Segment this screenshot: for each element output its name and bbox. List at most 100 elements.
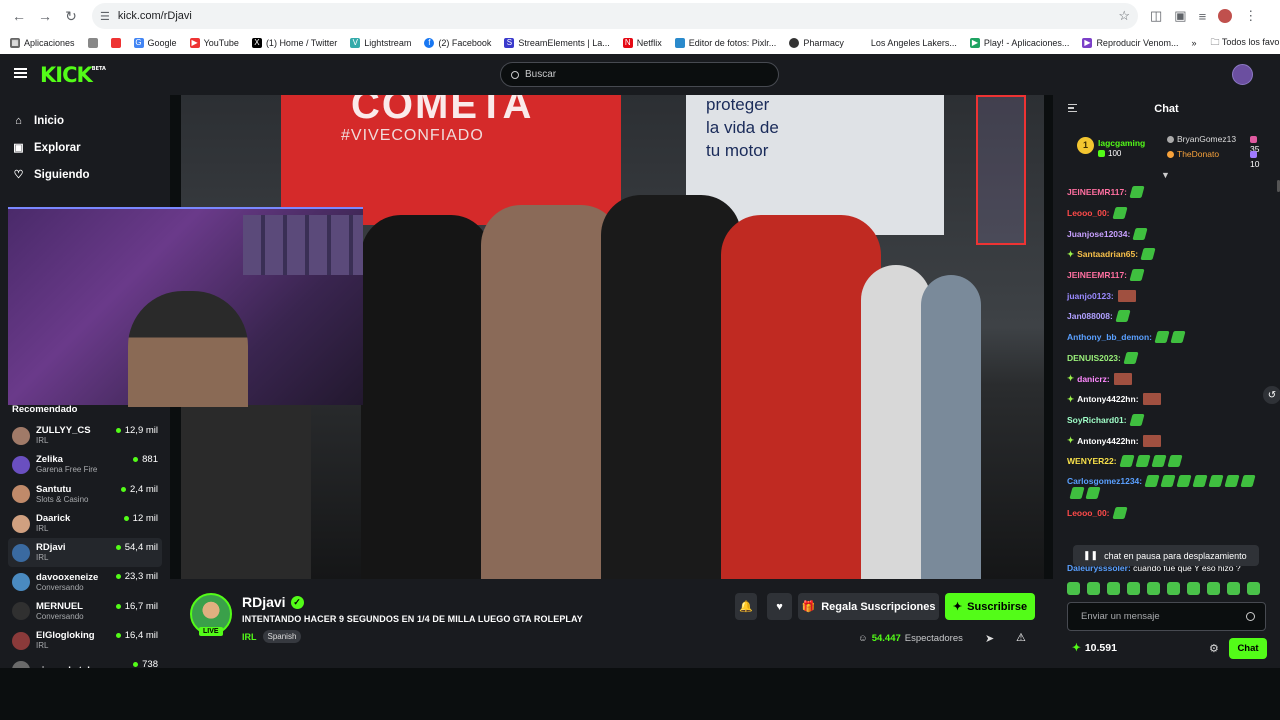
share-icon[interactable]: ➤ xyxy=(985,632,994,645)
emote-icon[interactable] xyxy=(1113,372,1132,385)
chat-username[interactable]: Leooo_00: xyxy=(1067,208,1110,218)
chat-username[interactable]: danicrz: xyxy=(1077,374,1110,384)
emote-icon[interactable] xyxy=(1140,248,1156,261)
emote-icon[interactable] xyxy=(1167,582,1180,595)
profile-avatar[interactable] xyxy=(1218,9,1233,23)
emote-icon[interactable] xyxy=(1129,269,1145,282)
subscribe-button[interactable]: ✦ Suscribirse xyxy=(945,593,1035,620)
bookmark-play[interactable]: ▶ Play! - Aplicaciones... xyxy=(969,38,1069,48)
bookmark-aplicaciones[interactable]: ▦ Aplicaciones xyxy=(10,38,75,48)
chat-input[interactable]: Enviar un mensaje xyxy=(1067,602,1266,631)
emote-icon[interactable] xyxy=(1142,434,1161,447)
emote-icon[interactable] xyxy=(1134,455,1151,468)
recommended-channel[interactable]: pipewakatela 738 xyxy=(8,655,162,668)
emote-icon[interactable] xyxy=(1132,227,1148,240)
emote-icon[interactable] xyxy=(1069,487,1085,500)
emote-icon[interactable] xyxy=(1227,582,1240,595)
emote-icon[interactable] xyxy=(1144,475,1160,488)
emote-icon[interactable] xyxy=(1123,351,1139,364)
chat-username[interactable]: Juanjose12034: xyxy=(1067,229,1130,239)
bookmark-venom[interactable]: ▶ Reproducir Venom... xyxy=(1082,38,1178,48)
emote-icon[interactable] xyxy=(1247,582,1260,595)
forward-icon[interactable]: → xyxy=(34,5,56,27)
recommended-channel[interactable]: ZULLYY_CS IRL 12,9 mil xyxy=(8,421,162,450)
emote-icon[interactable] xyxy=(1187,582,1200,595)
collapse-chat-icon[interactable] xyxy=(1068,104,1077,112)
sidebar-item-explorar[interactable]: ▣ Explorar xyxy=(12,134,158,161)
recommended-channel[interactable]: Santutu Slots & Casino 2,4 mil xyxy=(8,480,162,509)
bookmark-twitter[interactable]: X (1) Home / Twitter xyxy=(251,38,337,48)
emote-icon[interactable] xyxy=(1160,475,1176,488)
chat-username[interactable]: JEINEEMR117: xyxy=(1067,187,1127,197)
chat-username[interactable]: JEINEEMR117: xyxy=(1067,270,1127,280)
chat-username[interactable]: Jan088008: xyxy=(1067,311,1113,321)
language-tag[interactable]: Spanish xyxy=(262,630,302,643)
recommended-channel[interactable]: Daarick IRL 12 mil xyxy=(8,509,162,538)
emote-icon[interactable] xyxy=(1154,331,1170,344)
channel-points[interactable]: ✦ 10.591 xyxy=(1072,642,1117,654)
recommended-channel[interactable]: davooxeneize Conversando 23,3 mil xyxy=(8,567,162,596)
chat-settings-gear-icon[interactable]: ⚙ xyxy=(1209,642,1219,655)
bookmark-youtube-short[interactable] xyxy=(110,38,121,48)
emote-icon[interactable] xyxy=(1085,487,1101,500)
leader-1-name[interactable]: lagcgaming xyxy=(1098,138,1145,148)
emote-icon[interactable] xyxy=(1111,207,1128,220)
emote-icon[interactable] xyxy=(1224,475,1240,488)
expand-leaderboard-icon[interactable]: ▼ xyxy=(1161,170,1170,180)
chat-username[interactable]: Leooo_00: xyxy=(1067,508,1110,518)
emote-icon[interactable] xyxy=(1207,582,1220,595)
user-avatar[interactable] xyxy=(1232,64,1253,85)
emote-icon[interactable] xyxy=(1150,455,1167,468)
recommended-channel[interactable]: ElGlogloking IRL 16,4 mil xyxy=(8,626,162,655)
extensions-icon[interactable]: ◫ xyxy=(1150,8,1162,24)
chat-username[interactable]: WENYER22: xyxy=(1067,456,1117,466)
emote-icon[interactable] xyxy=(1208,475,1224,488)
chat-username[interactable]: Anthony_bb_demon: xyxy=(1067,332,1152,342)
all-bookmarks[interactable]: 🗀 Todos los favoritos xyxy=(1211,35,1280,51)
emote-icon[interactable] xyxy=(1192,475,1208,488)
recommended-channel[interactable]: RDjavi IRL 54,4 mil xyxy=(8,538,162,568)
bookmark-facebook[interactable]: f (2) Facebook xyxy=(424,38,491,48)
gift-subs-button[interactable]: 🎁 Regala Suscripciones xyxy=(798,593,939,620)
search-input[interactable]: Buscar xyxy=(500,62,779,87)
emote-icon[interactable] xyxy=(1111,506,1128,519)
chevron-right-icon[interactable]: » xyxy=(1191,38,1196,48)
chat-username[interactable]: Santaadrian65: xyxy=(1077,249,1138,259)
apps-grid-icon[interactable] xyxy=(87,38,98,48)
bookmark-pixlr[interactable]: Editor de fotos: Pixlr... xyxy=(674,38,776,48)
recommended-channel[interactable]: MERNUEL Conversando 16,7 mil xyxy=(8,597,162,626)
site-info-icon[interactable]: ☰ xyxy=(100,10,110,23)
emote-icon[interactable] xyxy=(1128,413,1145,426)
category-link[interactable]: IRL xyxy=(242,632,257,642)
sidebar-item-siguiendo[interactable]: ♡ Siguiendo xyxy=(12,161,158,188)
bookmark-google[interactable]: G Google xyxy=(133,38,177,48)
chat-username[interactable]: SoyRichard01: xyxy=(1067,415,1127,425)
sidebar-item-inicio[interactable]: ⌂ Inicio xyxy=(12,107,158,134)
emote-icon[interactable] xyxy=(1129,186,1145,199)
emote-icon[interactable] xyxy=(1147,582,1160,595)
leader-3-name[interactable]: TheDonato xyxy=(1167,149,1219,159)
bookmark-youtube[interactable]: ▶ YouTube xyxy=(189,38,239,48)
notification-bell-button[interactable]: 🔔 xyxy=(735,593,757,620)
kick-logo[interactable]: KICKBETA xyxy=(40,63,106,87)
report-warning-icon[interactable]: ⚠ xyxy=(1016,631,1026,644)
back-icon[interactable]: ← xyxy=(8,5,30,27)
emote-icon[interactable] xyxy=(1107,582,1120,595)
cast-icon[interactable]: ▣ xyxy=(1174,8,1186,24)
emote-icon[interactable] xyxy=(1142,393,1161,406)
chat-username[interactable]: juanjo0123: xyxy=(1067,291,1114,301)
emote-icon[interactable] xyxy=(1170,331,1186,344)
channel-name[interactable]: RDjavi ✓ xyxy=(242,594,304,610)
chat-username[interactable]: Antony4422hn: xyxy=(1077,394,1138,404)
bookmark-lightstream[interactable]: V Lightstream xyxy=(350,38,411,48)
scroll-to-bottom-icon[interactable]: ↺ xyxy=(1263,386,1280,404)
emote-icon[interactable] xyxy=(1117,289,1136,302)
address-bar[interactable]: ☰ kick.com/rDjavi ☆ xyxy=(92,3,1138,29)
send-chat-button[interactable]: Chat xyxy=(1229,638,1267,659)
chat-username[interactable]: DENUIS2023: xyxy=(1067,353,1121,363)
chat-username[interactable]: Antony4422hn: xyxy=(1077,436,1138,446)
bookmark-lakers[interactable]: Los Angeles Lakers... xyxy=(856,38,957,48)
bookmark-star-icon[interactable]: ☆ xyxy=(1118,8,1130,24)
emote-icon[interactable] xyxy=(1087,582,1100,595)
hamburger-menu-icon[interactable] xyxy=(14,68,27,78)
